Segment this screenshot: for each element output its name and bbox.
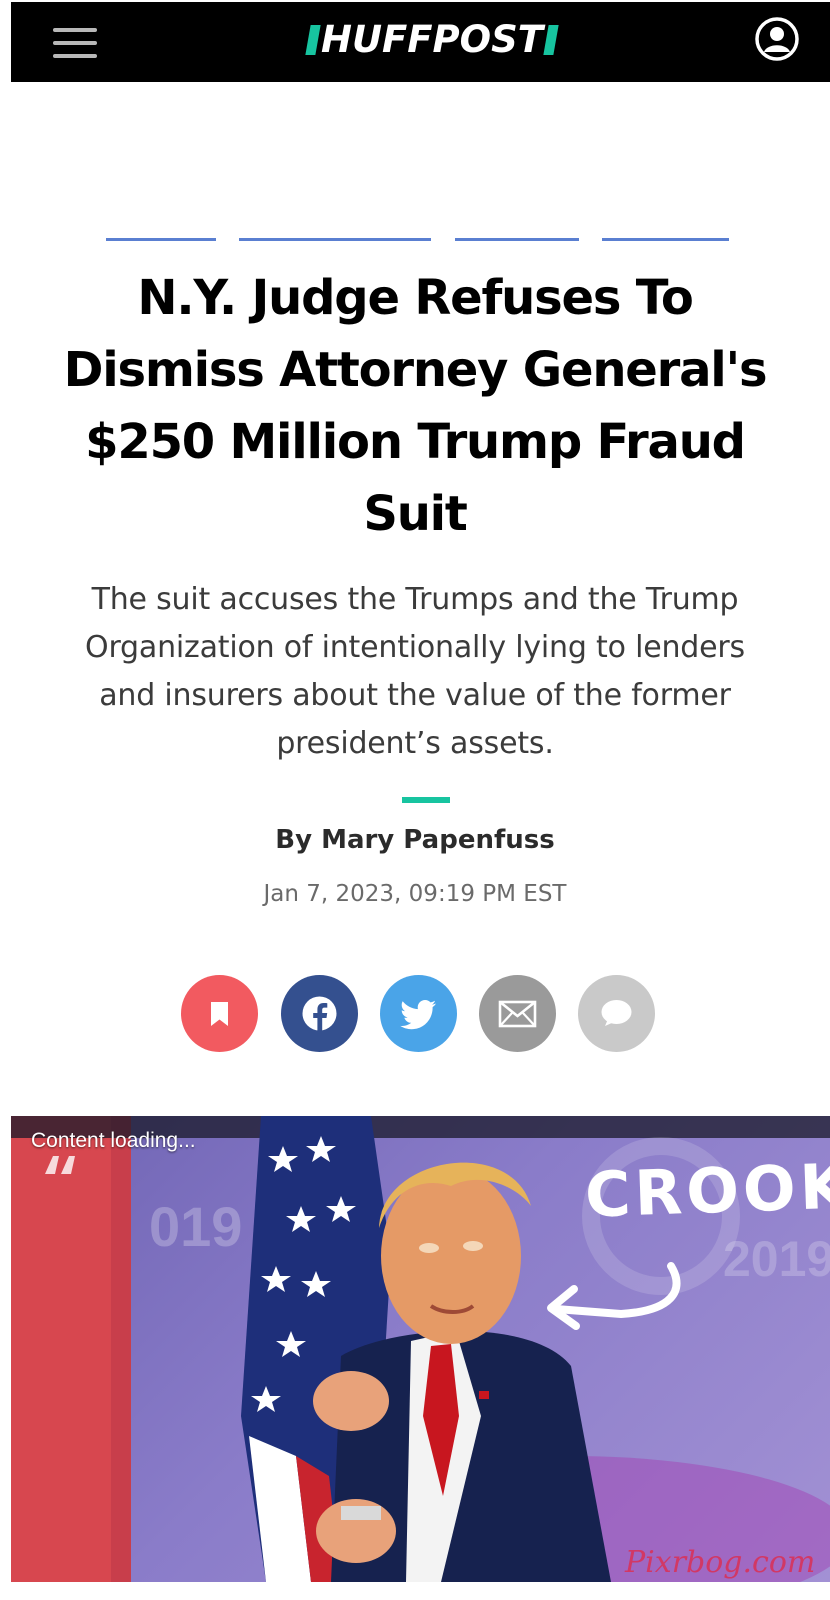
content-loading-label: Content loading... — [31, 1129, 196, 1152]
bookmark-button[interactable] — [181, 975, 258, 1052]
twitter-share-button[interactable] — [380, 975, 457, 1052]
category-link[interactable] — [106, 232, 216, 241]
hamburger-menu-icon[interactable] — [51, 26, 99, 60]
comment-icon — [601, 1000, 632, 1026]
facebook-icon — [302, 996, 337, 1031]
huffpost-logo[interactable]: HUFFPOST — [287, 18, 577, 62]
svg-text:019: 019 — [149, 1195, 242, 1258]
share-buttons — [0, 975, 830, 1055]
twitter-icon — [400, 1000, 436, 1030]
logo-right-bar — [543, 25, 559, 55]
bookmark-icon — [211, 1002, 228, 1026]
accent-divider — [402, 797, 450, 803]
svg-text:2019: 2019 — [723, 1231, 830, 1287]
logo-left-bar — [305, 25, 321, 55]
user-account-icon[interactable] — [754, 16, 800, 62]
category-link[interactable] — [455, 232, 579, 241]
lead-image[interactable]: 019 2019 Content loading... CROOK Pixrbo… — [11, 1116, 830, 1582]
category-links — [0, 232, 830, 242]
article-headline: N.Y. Judge Refuses To Dismiss Attorney G… — [63, 270, 768, 542]
email-icon — [498, 1000, 537, 1028]
category-link[interactable] — [602, 232, 729, 241]
crook-overlay-text: CROOK — [583, 1149, 830, 1232]
publish-timestamp: Jan 7, 2023, 09:19 PM EST — [263, 881, 567, 907]
image-watermark: Pixrbog.com — [625, 1545, 816, 1580]
comments-button[interactable] — [578, 975, 655, 1052]
email-share-button[interactable] — [479, 975, 556, 1052]
facebook-share-button[interactable] — [281, 975, 358, 1052]
author-byline[interactable]: By Mary Papenfuss — [0, 822, 830, 858]
article-page: HUFFPOST N.Y. Judge Refuses To Dismiss A… — [0, 0, 830, 1600]
site-header: HUFFPOST — [11, 2, 830, 82]
article-dek: The suit accuses the Trumps and the Trum… — [85, 582, 745, 761]
category-link[interactable] — [239, 232, 431, 241]
logo-wordmark: HUFFPOST — [320, 18, 544, 61]
